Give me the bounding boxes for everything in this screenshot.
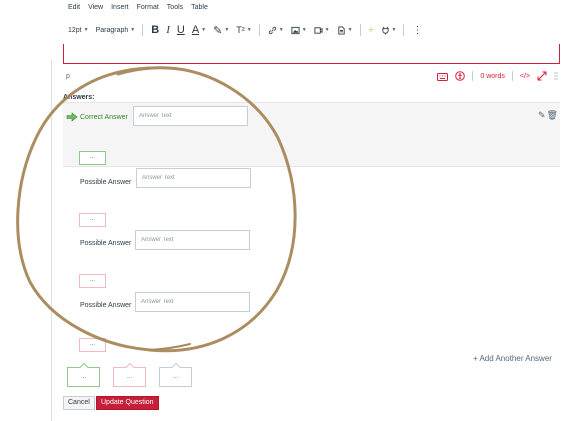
content-left-rule [51,60,52,421]
possible-answer-comment-button[interactable]: ... [79,338,106,352]
add-another-answer-link[interactable]: + Add Another Answer [473,354,552,363]
bold-button[interactable]: B [151,24,159,36]
wrong-feedback-box[interactable]: ... [113,362,146,387]
menu-tools[interactable]: Tools [167,4,183,16]
correct-answer-label: Correct Answer [80,114,128,121]
box-notch [171,362,181,372]
plug-icon [381,26,389,35]
element-path[interactable]: p [66,73,70,80]
editor-menubar: Edit View Insert Format Tools Table [68,4,208,16]
editor-status-bar: p 0 words </> [63,69,560,85]
chevron-down-icon: ▼ [130,27,136,33]
font-size-value: 12pt [68,26,82,34]
document-button[interactable]: ▼ [337,25,353,35]
font-size-dropdown[interactable]: 12pt ▼ [68,27,89,34]
chevron-down-icon: ▼ [391,27,397,33]
editor-toolbar: 12pt ▼ Paragraph ▼ B I U A ▼ ✎ ▼ T² ▼ ▼ ▼ ▼ ▼… [68,22,429,38]
link-button[interactable]: ▼ [268,26,284,35]
answers-heading: Answers: [63,94,95,101]
underline-button[interactable]: U [177,24,185,36]
block-format-dropdown[interactable]: Paragraph ▼ [96,27,136,34]
feedback-placeholder: ... [80,374,86,380]
toolbar-divider [359,24,361,36]
possible-answer-input[interactable] [135,230,250,250]
status-divider [511,71,513,81]
chevron-down-icon: ▼ [278,27,284,33]
media-icon [314,26,323,34]
answer-actions: ✎🗑 [538,110,558,121]
chevron-down-icon: ▼ [246,27,252,33]
text-color-button[interactable]: A ▼ [192,24,206,36]
superscript-icon: T² [236,25,245,35]
image-icon [291,26,300,34]
status-divider [472,71,474,81]
drag-handle-icon[interactable] [554,71,558,81]
menu-view[interactable]: View [88,4,103,16]
feedback-placeholder: ... [172,374,178,380]
image-button[interactable]: ▼ [291,26,307,35]
possible-answer-label: Possible Answer [80,240,132,247]
highlight-button[interactable]: ✎ ▼ [213,24,229,37]
possible-answer-comment-button[interactable]: ... [79,213,106,227]
chevron-down-icon: ▼ [301,27,307,33]
correct-answer-comment-button[interactable]: ... [79,151,106,165]
accessibility-icon[interactable] [455,71,466,81]
italic-button[interactable]: I [166,24,170,36]
text-color-icon: A [191,24,200,36]
rich-text-editor-area[interactable] [63,44,560,64]
cancel-button[interactable]: Cancel [63,396,95,410]
chevron-down-icon: ▼ [83,27,89,33]
media-button[interactable]: ▼ [314,26,330,35]
possible-answer-label: Possible Answer [80,302,132,309]
arrow-right-icon [66,112,78,122]
box-notch [125,362,135,372]
menu-format[interactable]: Format [137,4,159,16]
html-editor-toggle[interactable]: </> [520,73,530,80]
block-format-value: Paragraph [95,26,129,34]
link-icon [268,26,276,34]
apps-button[interactable]: ▼ [381,26,397,35]
general-feedback-row: ... ... ... [67,362,192,387]
chevron-down-icon: ▼ [324,27,330,33]
equation-button[interactable]: ÷ [369,25,374,35]
toolbar-divider [142,24,144,36]
neutral-feedback-box[interactable]: ... [159,362,192,387]
toolbar-divider [403,24,405,36]
chevron-down-icon: ▼ [201,27,207,33]
menu-edit[interactable]: Edit [68,4,80,16]
equation-icon: ÷ [368,25,374,35]
more-options-icon[interactable]: ⋮ [412,25,422,36]
document-icon [337,25,345,35]
pencil-icon[interactable]: ✎ [538,110,546,120]
menu-insert[interactable]: Insert [111,4,129,16]
feedback-placeholder: ... [126,374,132,380]
possible-answer-label: Possible Answer [80,179,132,186]
keyboard-icon[interactable] [437,72,449,81]
possible-answer-comment-button[interactable]: ... [79,274,106,288]
box-notch [79,362,89,372]
possible-answer-input[interactable] [135,292,250,312]
menu-table[interactable]: Table [191,4,208,16]
status-bar-controls: 0 words </> [437,71,558,81]
chevron-down-icon: ▼ [224,27,230,33]
possible-answer-input[interactable] [136,168,251,188]
toolbar-divider [258,24,260,36]
trash-icon[interactable]: 🗑 [547,110,558,120]
superscript-button[interactable]: T² ▼ [236,25,251,35]
chevron-down-icon: ▼ [347,27,353,33]
highlighter-icon: ✎ [213,24,223,37]
word-count: 0 words [480,72,505,80]
correct-answer-input[interactable] [133,106,248,126]
correct-feedback-box[interactable]: ... [67,362,100,387]
expand-icon[interactable] [537,71,547,81]
update-question-button[interactable]: Update Question [96,396,159,410]
